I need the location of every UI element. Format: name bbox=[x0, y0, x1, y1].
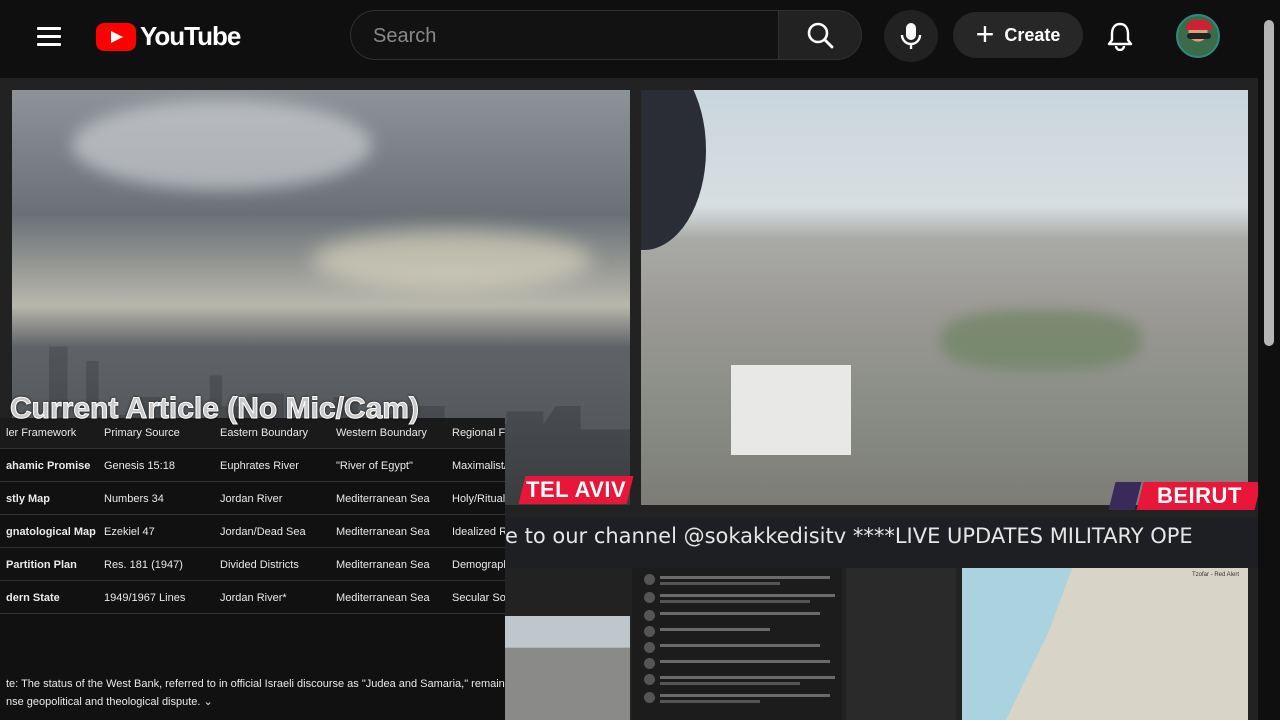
alert-map: Tzofar - Red Alert bbox=[962, 568, 1248, 720]
logo-text: YouTube bbox=[140, 21, 241, 51]
cell: 1949/1967 Lines bbox=[104, 592, 186, 604]
chat-message bbox=[644, 574, 839, 586]
chat-message bbox=[644, 642, 839, 654]
row-divider bbox=[0, 448, 505, 449]
cell: ahamic Promise bbox=[6, 460, 91, 472]
cell: Mediterranean Sea bbox=[336, 559, 430, 571]
avatar-glasses bbox=[1187, 33, 1211, 39]
cloud-shape bbox=[72, 100, 372, 190]
cell: Partition Plan bbox=[6, 559, 77, 571]
camera-obstruction bbox=[641, 90, 706, 250]
article-table-panel: ler Framework Primary Source Eastern Bou… bbox=[0, 418, 505, 720]
cell: gnatological Map bbox=[6, 526, 96, 538]
masthead: YouTube + Create bbox=[0, 0, 1280, 72]
cell: Ezekiel 47 bbox=[104, 526, 155, 538]
search-input[interactable] bbox=[371, 21, 765, 51]
header-cell: ler Framework bbox=[6, 427, 77, 439]
ticker-text: e to our channel @sokakkedisitv ****LIVE… bbox=[505, 524, 1193, 548]
header-cell: Primary Source bbox=[104, 427, 180, 439]
chat-message bbox=[644, 692, 839, 704]
avatar[interactable] bbox=[1176, 14, 1220, 58]
city-tag-beirut: BEIRUT bbox=[1136, 482, 1258, 510]
header-cell: Regional Fo bbox=[452, 427, 505, 439]
youtube-play-icon bbox=[96, 22, 136, 51]
cell: Divided Districts bbox=[220, 559, 299, 571]
cell: Secular Sov bbox=[452, 592, 505, 604]
cell: Idealized Re bbox=[452, 526, 505, 538]
row-divider bbox=[0, 481, 505, 482]
article-note: nse geopolitical and theological dispute… bbox=[6, 696, 213, 708]
create-label: Create bbox=[1004, 24, 1061, 45]
search-box[interactable] bbox=[350, 10, 778, 60]
cell: Numbers 34 bbox=[104, 493, 164, 505]
mic-icon bbox=[900, 23, 922, 49]
chat-message bbox=[644, 626, 839, 638]
chat-message bbox=[644, 592, 839, 604]
beirut-camera-feed bbox=[641, 90, 1248, 505]
search-icon bbox=[807, 22, 834, 49]
youtube-logo[interactable]: YouTube bbox=[96, 21, 241, 52]
white-building bbox=[731, 365, 851, 455]
cell: Mediterranean Sea bbox=[336, 526, 430, 538]
cell: Jordan River* bbox=[220, 592, 287, 604]
row-divider bbox=[0, 547, 505, 548]
mini-camera-feed bbox=[505, 616, 630, 720]
header-cell: Western Boundary bbox=[336, 427, 427, 439]
park-area bbox=[941, 310, 1141, 370]
cell: Euphrates River bbox=[220, 460, 299, 472]
row-divider bbox=[0, 514, 505, 515]
search-button[interactable] bbox=[778, 10, 862, 60]
header-cell: Eastern Boundary bbox=[220, 427, 309, 439]
create-button[interactable]: + Create bbox=[953, 12, 1083, 58]
sea-area bbox=[962, 568, 1072, 720]
cell: Mediterranean Sea bbox=[336, 493, 430, 505]
cloud-shape bbox=[312, 230, 592, 290]
cell: Genesis 15:18 bbox=[104, 460, 175, 472]
cell: "River of Egypt" bbox=[336, 460, 413, 472]
city-tag-label: BEIRUT bbox=[1156, 483, 1242, 508]
avatar-cap bbox=[1186, 20, 1212, 30]
article-note: te: The status of the West Bank, referre… bbox=[6, 678, 505, 690]
settings-capture bbox=[846, 568, 956, 720]
cell: Holy/Rituali bbox=[452, 493, 505, 505]
row-divider bbox=[0, 580, 505, 581]
city-tag-label: TEL AVIV bbox=[525, 477, 627, 502]
cell: Maximalist/ bbox=[452, 460, 505, 472]
menu-icon[interactable] bbox=[27, 16, 71, 56]
chat-message bbox=[644, 610, 839, 622]
cell: Res. 181 (1947) bbox=[104, 559, 183, 571]
row-divider bbox=[0, 613, 505, 614]
cell: Demograph bbox=[452, 559, 505, 571]
cell: dern State bbox=[6, 592, 60, 604]
map-title: Tzofar - Red Alert bbox=[1192, 572, 1240, 578]
plus-icon: + bbox=[975, 15, 995, 52]
cell: Jordan/Dead Sea bbox=[220, 526, 306, 538]
scrollbar-thumb[interactable] bbox=[1264, 20, 1274, 346]
cell: Mediterranean Sea bbox=[336, 592, 430, 604]
live-chat-capture bbox=[632, 568, 842, 720]
notifications-button[interactable] bbox=[1098, 14, 1142, 58]
voice-search-button[interactable] bbox=[884, 10, 938, 62]
news-ticker: e to our channel @sokakkedisitv ****LIVE… bbox=[505, 518, 1258, 568]
bell-icon bbox=[1107, 22, 1133, 51]
article-title: Current Article (No Mic/Cam) bbox=[10, 392, 420, 426]
chat-message bbox=[644, 674, 839, 686]
cell: Jordan River bbox=[220, 493, 283, 505]
chat-message bbox=[644, 658, 839, 670]
cell: stly Map bbox=[6, 493, 51, 505]
city-tag-tel-aviv: TEL AVIV bbox=[518, 476, 634, 504]
video-player[interactable]: TEL AVIV BEIRUT e to our channel @sokakk… bbox=[0, 78, 1258, 720]
